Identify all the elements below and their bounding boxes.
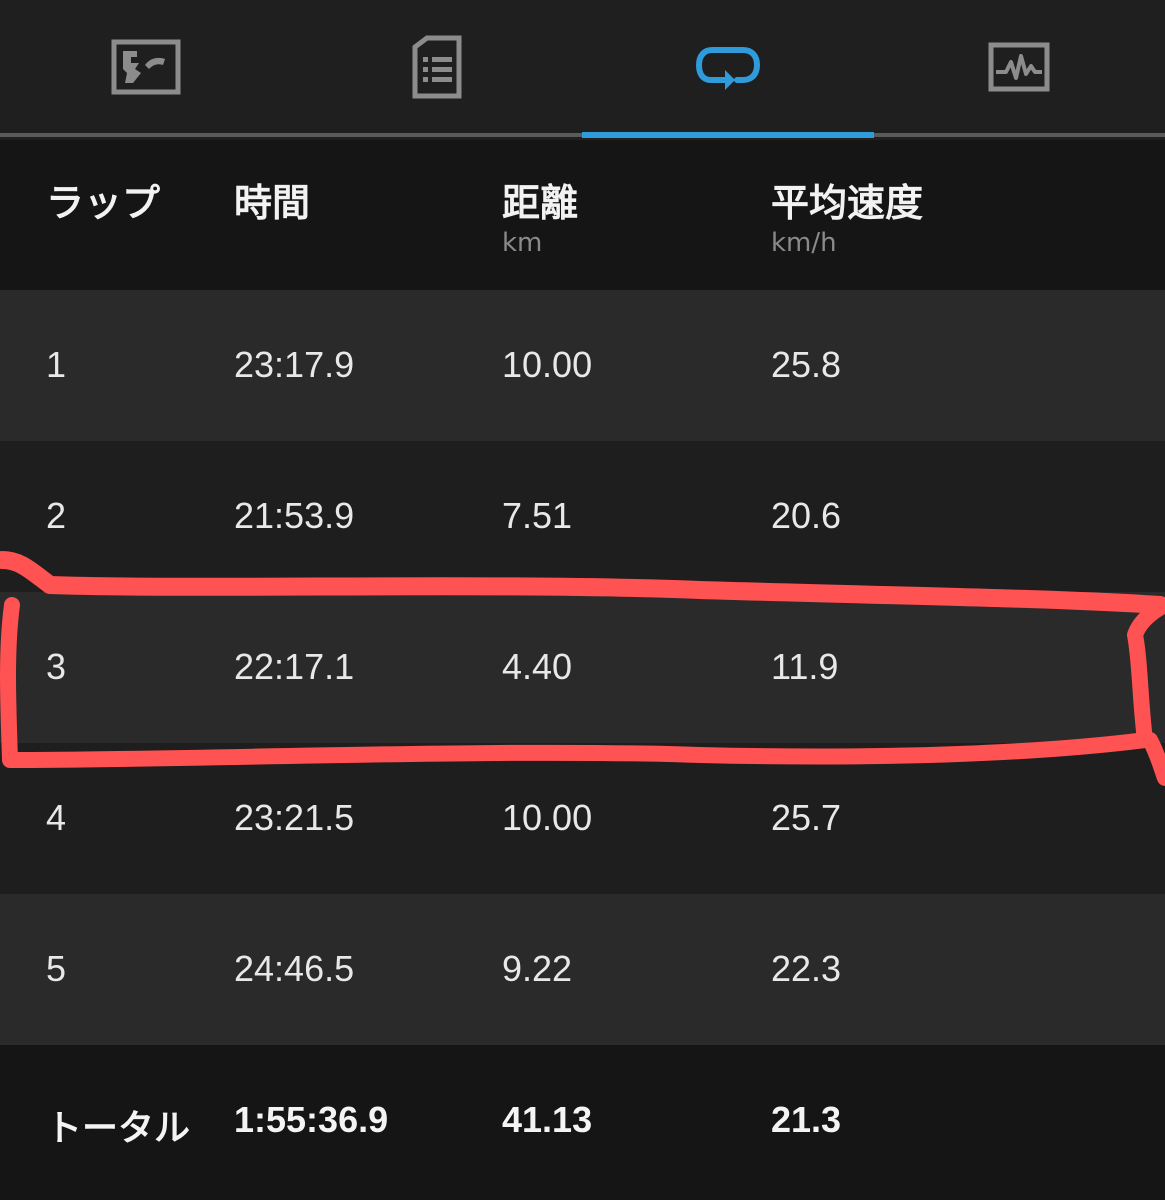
tab-details[interactable] bbox=[291, 0, 582, 133]
header-distance-unit: km bbox=[502, 228, 543, 258]
lap-distance: 7.51 bbox=[502, 495, 573, 536]
lap-time: 21:53.9 bbox=[234, 495, 355, 536]
lap-speed: 20.6 bbox=[771, 495, 842, 536]
lap-time: 23:17.9 bbox=[234, 344, 355, 385]
lap-number: 3 bbox=[46, 646, 67, 687]
header-lap-title: ラップ bbox=[46, 181, 161, 225]
tab-bar bbox=[0, 0, 1165, 140]
tab-laps[interactable] bbox=[582, 0, 873, 133]
lap-number: 2 bbox=[46, 495, 67, 536]
total-label: トータル bbox=[46, 1107, 191, 1148]
lap-number: 5 bbox=[46, 948, 67, 989]
total-speed: 21.3 bbox=[771, 1099, 842, 1140]
tab-map[interactable] bbox=[0, 0, 291, 133]
lap-number: 4 bbox=[46, 797, 67, 838]
active-tab-indicator bbox=[582, 132, 874, 138]
total-time: 1:55:36.9 bbox=[234, 1099, 389, 1140]
details-list-icon bbox=[412, 35, 461, 98]
total-row: トータル 1:55:36.9 41.13 21.3 bbox=[0, 1045, 1165, 1200]
tab-chart[interactable] bbox=[873, 0, 1164, 133]
lap-speed: 11.9 bbox=[771, 646, 839, 687]
lap-speed: 25.8 bbox=[771, 344, 842, 385]
lap-distance: 10.00 bbox=[502, 797, 593, 838]
total-distance: 41.13 bbox=[502, 1099, 593, 1140]
lap-distance: 9.22 bbox=[502, 948, 573, 989]
table-row[interactable]: 2 21:53.9 7.51 20.6 bbox=[0, 441, 1165, 592]
table-row[interactable]: 3 22:17.1 4.40 11.9 bbox=[0, 592, 1165, 743]
header-speed-title: 平均速度 bbox=[771, 181, 924, 225]
laps-icon bbox=[695, 46, 760, 90]
map-icon bbox=[111, 39, 180, 94]
lap-speed: 22.3 bbox=[771, 948, 842, 989]
table-row[interactable]: 5 24:46.5 9.22 22.3 bbox=[0, 894, 1165, 1045]
lap-distance: 10.00 bbox=[502, 344, 593, 385]
header-speed-unit: km/h bbox=[771, 228, 837, 258]
lap-time: 24:46.5 bbox=[234, 948, 355, 989]
lap-speed: 25.7 bbox=[771, 797, 842, 838]
table-header: ラップ 時間 距離 km 平均速度 km/h bbox=[0, 140, 1165, 290]
header-time-title: 時間 bbox=[234, 181, 311, 225]
header-distance-title: 距離 bbox=[502, 181, 579, 225]
lap-time: 23:21.5 bbox=[234, 797, 355, 838]
lap-time: 22:17.1 bbox=[234, 646, 355, 687]
lap-distance: 4.40 bbox=[502, 646, 573, 687]
table-row[interactable]: 1 23:17.9 10.00 25.8 bbox=[0, 290, 1165, 441]
chart-icon bbox=[988, 42, 1049, 91]
lap-number: 1 bbox=[46, 344, 67, 385]
table-row[interactable]: 4 23:21.5 10.00 25.7 bbox=[0, 743, 1165, 894]
